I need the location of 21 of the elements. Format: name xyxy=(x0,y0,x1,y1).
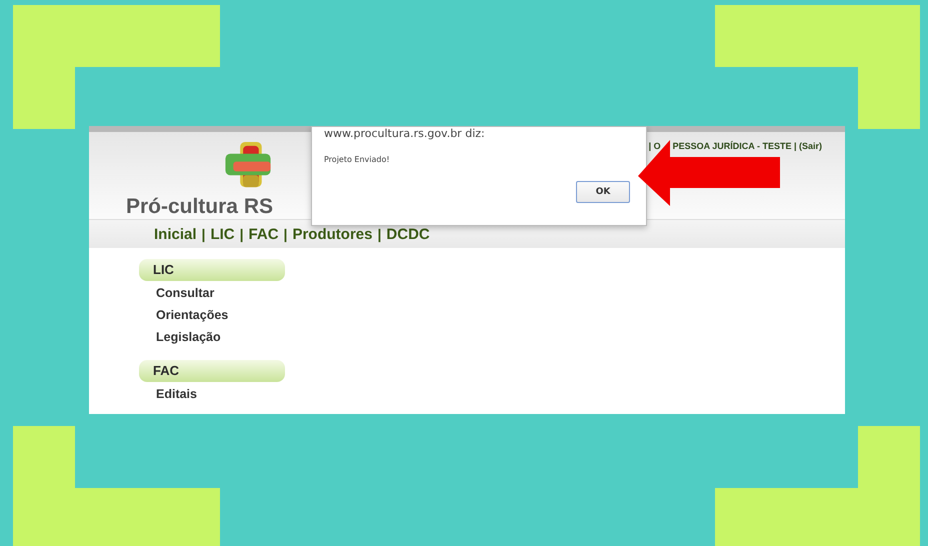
dialog-message: Projeto Enviado! xyxy=(324,155,391,164)
user-info-text: PESSOA JURÍDICA - TESTE | (Sair) xyxy=(672,141,822,151)
sidebar-link[interactable]: Orientações xyxy=(139,304,845,326)
nav-link[interactable]: Inicial xyxy=(154,226,197,242)
user-info-text: | O xyxy=(648,141,661,151)
sidebar-link[interactable]: Legislação xyxy=(139,326,845,348)
sidebar-link[interactable]: Editais xyxy=(139,383,845,405)
sidebar-section-header: FAC xyxy=(139,360,285,382)
nav-separator: | xyxy=(284,226,288,242)
nav-separator: | xyxy=(377,226,382,242)
sidebar-link[interactable]: Consultar xyxy=(139,282,845,304)
nav-separator: | xyxy=(240,226,244,242)
nav-link[interactable]: Produtores xyxy=(292,226,372,242)
site-logo-text: Pró-cultura RS xyxy=(126,195,273,219)
nav-link[interactable]: DCDC xyxy=(386,226,430,242)
nav-link[interactable]: LIC xyxy=(210,226,235,242)
sidebar-section-header: LIC xyxy=(139,259,285,281)
dialog-title: www.procultura.rs.gov.br diz: xyxy=(324,127,486,140)
nav-separator: | xyxy=(202,226,206,242)
ok-button[interactable]: OK xyxy=(576,181,630,203)
nav-link[interactable]: FAC xyxy=(248,226,279,242)
